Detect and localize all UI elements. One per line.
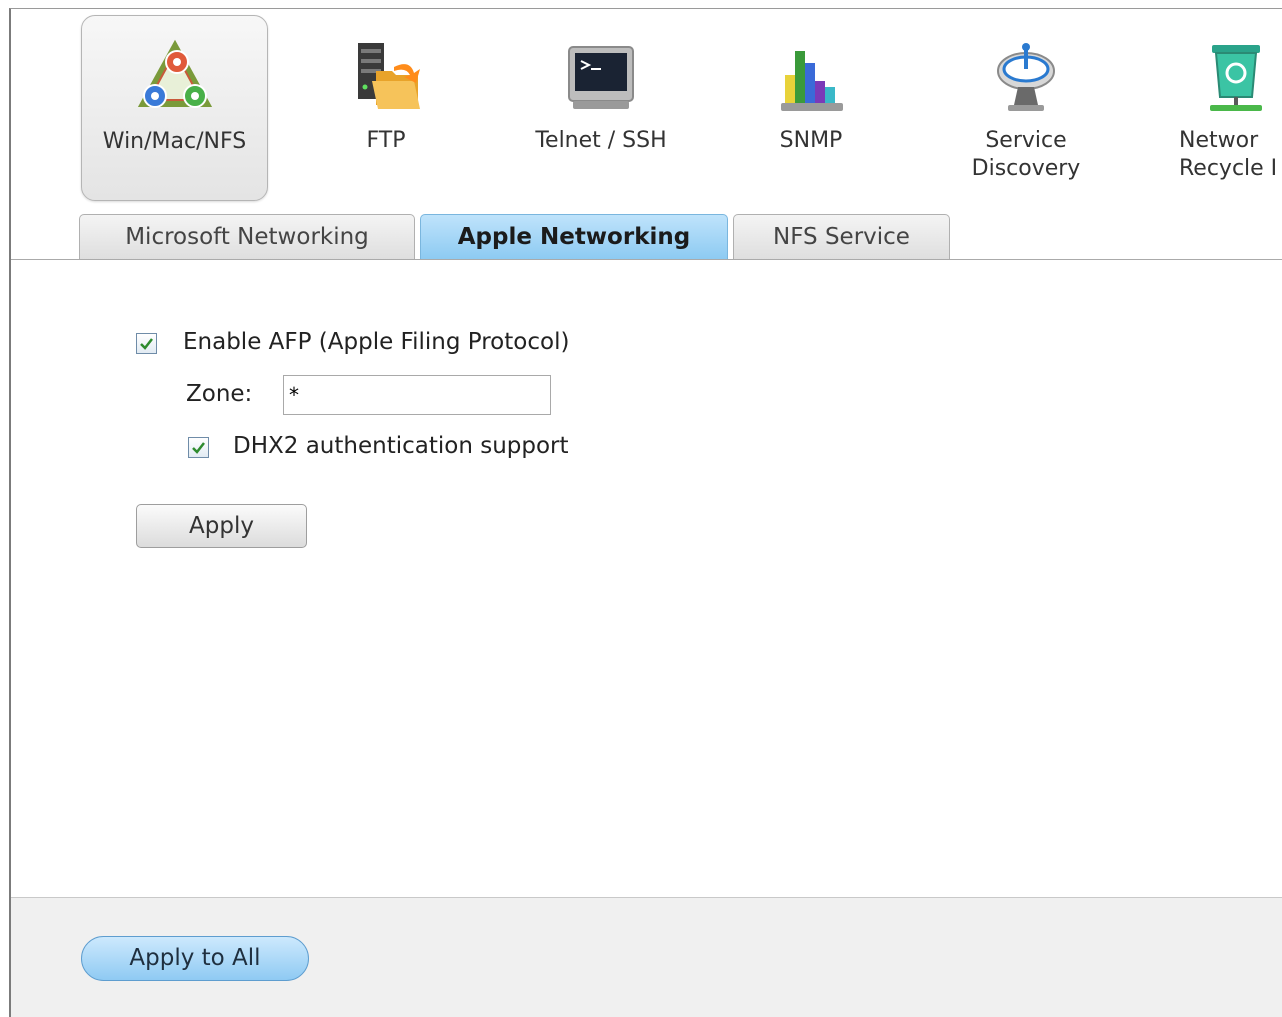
apply-to-all-button[interactable]: Apply to All (81, 936, 309, 981)
service-label: Win/Mac/NFS (102, 129, 247, 154)
dhx2-label: DHX2 authentication support (233, 433, 569, 459)
checkmark-icon (140, 338, 153, 350)
bar-chart-icon (781, 51, 843, 111)
enable-afp-checkbox[interactable] (136, 333, 157, 354)
service-label: FTP (366, 128, 406, 153)
service-telnet-ssh[interactable]: Telnet / SSH (506, 15, 696, 201)
enable-afp-label: Enable AFP (Apple Filing Protocol) (183, 329, 570, 355)
footer-bar: Apply to All (11, 897, 1282, 1017)
window-frame: Win/Mac/NFS FTP Telnet / SSH SNMP Servic… (9, 8, 1282, 1017)
service-snmp[interactable]: SNMP (751, 15, 871, 201)
tab-nfs-service[interactable]: NFS Service (733, 214, 950, 260)
satellite-dish-icon (997, 43, 1055, 111)
service-label: Networ Recycle I (1179, 128, 1278, 181)
service-win-mac-nfs[interactable]: Win/Mac/NFS (81, 15, 268, 201)
dhx2-checkbox[interactable] (188, 437, 209, 458)
service-label: Service Discovery (971, 128, 1081, 181)
tab-microsoft-networking[interactable]: Microsoft Networking (79, 214, 415, 260)
service-label: SNMP (779, 128, 843, 153)
apply-button[interactable]: Apply (136, 504, 307, 548)
service-ftp[interactable]: FTP (316, 15, 456, 201)
ftp-folder-icon (358, 43, 420, 109)
service-network-recycle-bin[interactable]: Networ Recycle I (1166, 15, 1282, 201)
tab-divider (11, 259, 1282, 260)
checkmark-icon (192, 442, 205, 454)
terminal-icon (568, 46, 634, 109)
tab-apple-networking[interactable]: Apple Networking (420, 214, 728, 260)
zone-label: Zone: (186, 381, 253, 407)
service-service-discovery[interactable]: Service Discovery (951, 15, 1101, 201)
win-mac-nfs-icon (137, 39, 212, 108)
zone-input[interactable] (283, 375, 551, 415)
service-label: Telnet / SSH (535, 128, 667, 153)
recycle-bin-icon (1210, 45, 1262, 111)
